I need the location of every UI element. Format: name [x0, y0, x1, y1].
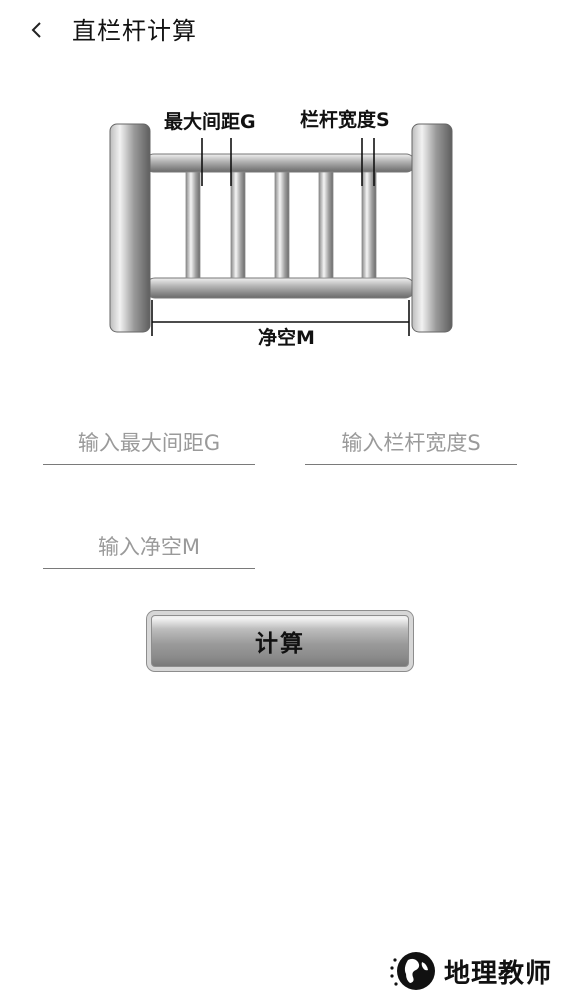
width-field[interactable] [305, 424, 517, 465]
baluster [361, 171, 377, 279]
globe-logo-icon [390, 952, 435, 990]
watermark-text: 地理教师 [443, 958, 552, 989]
baluster [318, 171, 334, 279]
chevron-left-icon [31, 22, 41, 38]
label-baluster-width: 栏杆宽度S [300, 108, 390, 131]
spacing-field[interactable] [43, 424, 255, 465]
left-post [109, 123, 151, 333]
calculate-button-label: 计算 [255, 631, 305, 657]
watermark: 地理教师 [386, 948, 552, 994]
bottom-rail [144, 277, 416, 299]
clear-input[interactable] [43, 528, 255, 566]
label-max-spacing: 最大间距G [164, 110, 256, 133]
app-header: 直栏杆计算 [0, 0, 562, 62]
page-title: 直栏杆计算 [72, 17, 197, 45]
baluster [185, 171, 201, 279]
width-input[interactable] [305, 424, 517, 462]
railing-diagram: 最大间距G 栏杆宽度S 净空M [100, 96, 470, 356]
spacing-input[interactable] [43, 424, 255, 462]
label-clear-span: 净空M [258, 326, 315, 349]
right-post [411, 123, 453, 333]
baluster [274, 171, 290, 279]
baluster [230, 171, 246, 279]
back-button[interactable] [22, 14, 52, 46]
calculate-button[interactable]: 计算 [147, 611, 413, 671]
clear-field[interactable] [43, 528, 255, 569]
